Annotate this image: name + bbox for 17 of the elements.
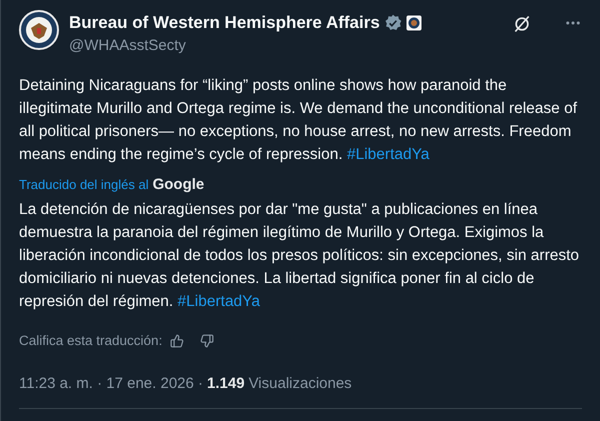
slashed-circle-icon[interactable] (512, 14, 532, 34)
seal-badge-icon (406, 14, 422, 31)
author-handle[interactable]: @WHAAsstSecty (69, 36, 502, 56)
translated-text: La detención de nicaragüenses por dar "me gusta" a publicaciones en línea demuestra la paranoia del régimen ilegítimo de Murillo y Ortega. Exigimos la liberación incondicional de todos los presos políticos: sin excepciones, sin arresto domiciliario ni nuevas detenciones. La libertad significa poner fin al ciclo de represión del régimen. #LibertadYa (19, 200, 580, 312)
translation-note[interactable]: Traducido del inglés al (19, 175, 149, 194)
author-name[interactable]: Bureau of Western Hemisphere Affairs (69, 10, 380, 36)
avatar-seal-icon[interactable] (19, 10, 59, 50)
views-label: Visualizaciones (248, 374, 352, 394)
rate-translation-label: Califica esta traducción: (19, 332, 162, 350)
tweet-text: Detaining Nicaraguans for “liking” posts online shows how paranoid the illegitimate Murillo and Ortega regime is. We demand the unconditional release of all political prisoners— no exceptions, no house arrest, no new arrests. Freedom means ending the regime’s cycle of repression. #LibertadYa (19, 76, 578, 164)
hashtag-link[interactable]: #LibertadYa (178, 293, 260, 310)
hashtag-link[interactable]: #LibertadYa (346, 146, 430, 162)
thumbs-up-icon[interactable] (170, 334, 184, 348)
thumbs-down-icon[interactable] (200, 334, 214, 348)
google-logo: Google (152, 174, 204, 194)
views-count: 1.149 (207, 374, 245, 394)
timestamp[interactable]: 11:23 a. m. · 17 ene. 2026 · (19, 373, 204, 396)
